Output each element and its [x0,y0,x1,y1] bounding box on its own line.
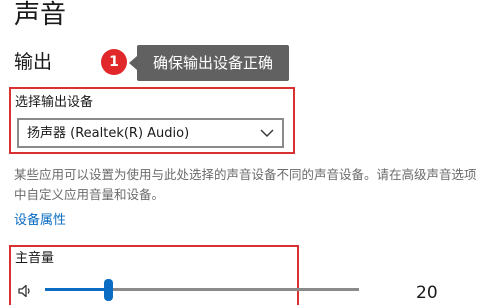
step-badge: 1 [101,49,127,75]
volume-fill [45,288,108,291]
chevron-down-icon [260,129,274,137]
speaker-icon[interactable] [17,283,33,299]
annotation-tooltip: 确保输出设备正确 [129,45,289,81]
output-heading: 输出 [14,51,53,73]
sound-settings-page: 声音 输出 1 确保输出设备正确 选择输出设备 扬声器 (Realtek(R) … [0,0,489,305]
page-title: 声音 [14,0,67,30]
volume-thumb[interactable] [103,279,113,301]
master-volume-value: 20 [416,283,438,303]
output-device-selected: 扬声器 (Realtek(R) Audio) [27,126,190,141]
output-description: 某些应用可以设置为使用与此处选择的声音设备不同的声音设备。请在高级声音选项中自定… [14,167,477,202]
output-device-dropdown[interactable]: 扬声器 (Realtek(R) Audio) [17,118,284,148]
output-device-label: 选择输出设备 [15,95,94,110]
device-properties-link[interactable]: 设备属性 [14,212,66,230]
master-volume-slider[interactable] [45,279,359,301]
master-volume-label: 主音量 [15,251,55,266]
